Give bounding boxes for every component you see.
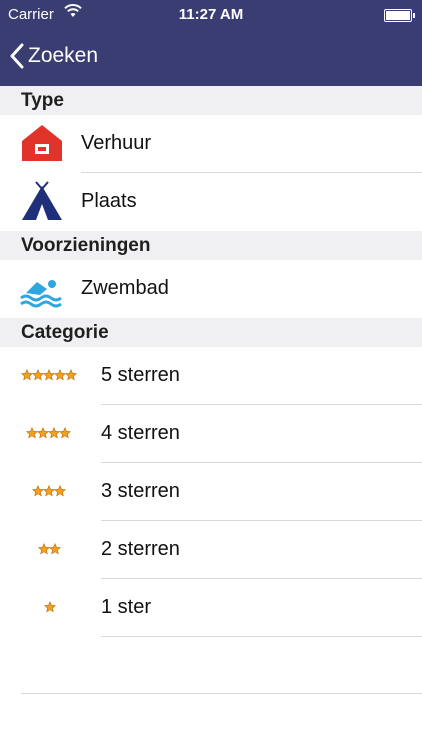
star-icon <box>59 427 71 439</box>
star-icon <box>54 485 66 497</box>
rating-stars-1 <box>44 601 56 613</box>
section-header-type: Type <box>0 86 422 115</box>
item-label: 3 sterren <box>101 480 180 502</box>
chevron-left-icon <box>10 43 24 69</box>
swimming-icon <box>20 276 62 313</box>
list-item-verhuur[interactable]: Verhuur <box>0 115 422 173</box>
rating-stars-2 <box>38 543 61 555</box>
star-icon <box>65 369 77 381</box>
list-item-4-sterren[interactable]: 4 sterren <box>0 405 422 463</box>
back-label: Zoeken <box>28 44 99 67</box>
section-header-voorzieningen: Voorzieningen <box>0 231 422 260</box>
list-item-2-sterren[interactable]: 2 sterren <box>0 521 422 579</box>
list-item-5-sterren[interactable]: 5 sterren <box>0 347 422 405</box>
item-label: Plaats <box>81 190 137 212</box>
item-label: 4 sterren <box>101 422 180 444</box>
star-icon <box>44 601 56 613</box>
house-icon <box>21 123 63 168</box>
item-label: Verhuur <box>81 132 152 154</box>
row-separator <box>101 636 422 637</box>
status-bar: Carrier 11:27 AM <box>0 0 422 28</box>
clock: 11:27 AM <box>178 6 244 23</box>
section-title: Voorzieningen <box>21 235 151 256</box>
section-title: Categorie <box>21 322 109 343</box>
back-button[interactable]: Zoeken <box>10 40 98 72</box>
rating-stars-5 <box>21 369 77 381</box>
list-item-3-sterren[interactable]: 3 sterren <box>0 463 422 521</box>
navigation-bar: Carrier 11:27 AM Zoeken <box>0 0 422 86</box>
tent-icon <box>21 180 63 227</box>
item-label: Zwembad <box>81 277 169 299</box>
item-label: 5 sterren <box>101 364 180 386</box>
list-item-1-ster[interactable]: 1 ster <box>0 579 422 637</box>
table-footer-separator <box>21 693 422 694</box>
section-title: Type <box>21 90 64 111</box>
rating-stars-4 <box>26 427 71 439</box>
list-item-plaats[interactable]: Plaats <box>0 173 422 231</box>
battery-icon <box>384 9 415 22</box>
list-item-zwembad[interactable]: Zwembad <box>0 260 422 318</box>
rating-stars-3 <box>32 485 66 497</box>
item-label: 1 ster <box>101 596 152 618</box>
section-header-categorie: Categorie <box>0 318 422 347</box>
star-icon <box>49 543 61 555</box>
item-label: 2 sterren <box>101 538 180 560</box>
